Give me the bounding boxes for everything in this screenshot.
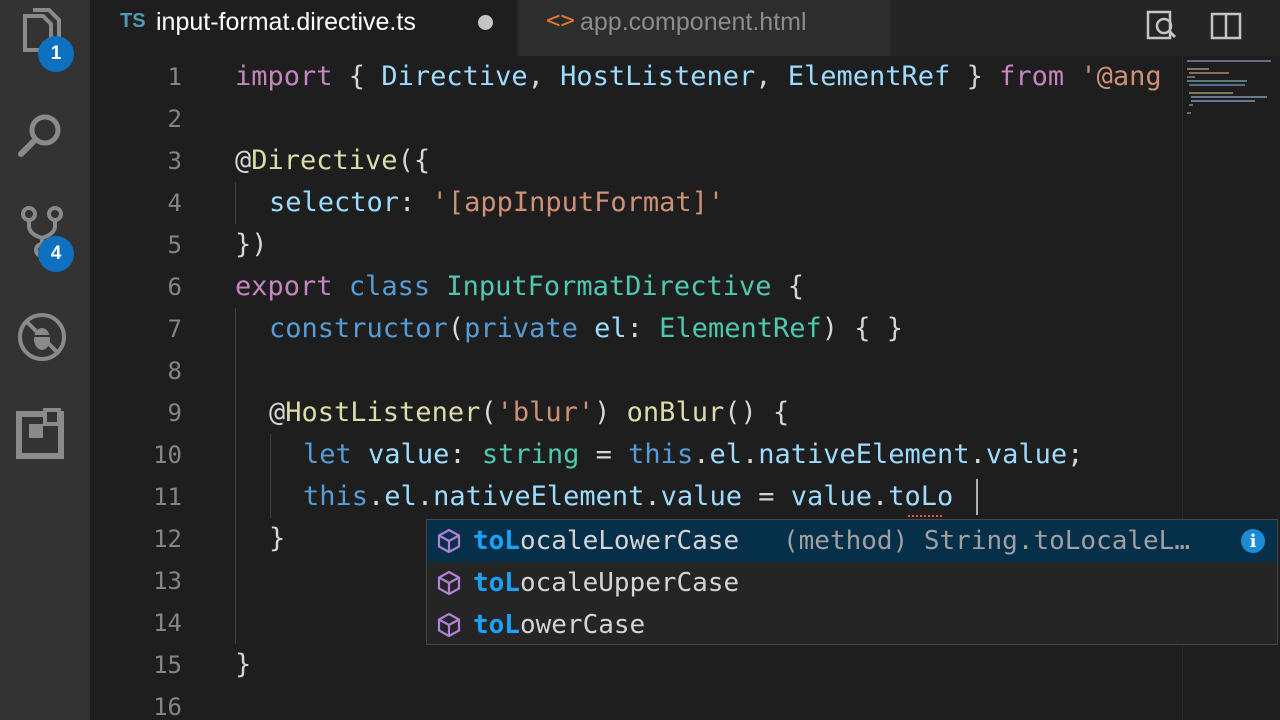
code-line-4: 4 selector: '[appInputFormat]' — [90, 182, 1182, 224]
minimap-line — [1189, 92, 1233, 94]
code-line-2: 2 — [90, 98, 1182, 140]
code-text[interactable]: }) — [235, 224, 268, 266]
tab-input-format-directive[interactable]: TS input-format.directive.ts — [90, 0, 516, 56]
code-line-16: 16 — [90, 686, 1182, 720]
minimap-line — [1187, 80, 1247, 82]
tab-label: app.component.html — [580, 8, 807, 36]
unsaved-dot-icon[interactable] — [478, 15, 493, 30]
line-number: 15 — [153, 651, 182, 679]
line-number: 4 — [167, 189, 182, 217]
line-number: 10 — [153, 441, 182, 469]
minimap-line — [1189, 104, 1193, 106]
code-text[interactable]: } — [269, 518, 285, 560]
line-number: 16 — [153, 693, 182, 720]
code-text[interactable]: export class InputFormatDirective { — [235, 266, 804, 308]
error-squiggle — [908, 510, 942, 517]
code-text[interactable]: import { Directive, HostListener, Elemen… — [235, 56, 1162, 98]
line-number: 5 — [167, 231, 182, 259]
autocomplete-suggestions: toLocaleLowerCase (method) String.toLoca… — [426, 519, 1278, 645]
minimap-line — [1187, 68, 1209, 70]
activity-bar: 1 4 — [0, 0, 90, 720]
split-editor-icon[interactable] — [1206, 6, 1246, 46]
code-text[interactable]: selector: '[appInputFormat]' — [269, 182, 724, 224]
method-cube-icon — [435, 569, 463, 597]
line-number: 7 — [167, 315, 182, 343]
method-cube-icon — [435, 527, 463, 555]
code-text[interactable]: constructor(private el: ElementRef) { } — [269, 308, 903, 350]
typescript-file-icon: TS — [120, 10, 146, 32]
code-line-11: 11 this.el.nativeElement.value = value.t… — [90, 476, 1182, 518]
code-line-8: 8 — [90, 350, 1182, 392]
suggestion-item[interactable]: toLocaleLowerCase (method) String.toLoca… — [427, 520, 1277, 562]
line-number: 2 — [167, 105, 182, 133]
debug-icon[interactable] — [15, 310, 69, 364]
search-icon[interactable] — [15, 108, 69, 162]
line-number: 11 — [153, 483, 182, 511]
line-number: 1 — [167, 63, 182, 91]
line-number: 6 — [167, 273, 182, 301]
tab-label: input-format.directive.ts — [156, 8, 416, 36]
code-text[interactable]: let value: string = this.el.nativeElemen… — [303, 434, 1083, 476]
minimap-line — [1187, 112, 1191, 114]
text-cursor — [976, 479, 978, 515]
line-number: 3 — [167, 147, 182, 175]
code-line-15: 15 } — [90, 644, 1182, 686]
source-control-badge: 4 — [38, 236, 74, 272]
extensions-icon[interactable] — [15, 408, 69, 462]
minimap-line — [1189, 84, 1245, 86]
code-line-5: 5 }) — [90, 224, 1182, 266]
line-number: 13 — [153, 567, 182, 595]
minimap-line — [1191, 96, 1267, 98]
explorer-badge: 1 — [38, 36, 74, 72]
minimap-line — [1187, 76, 1195, 78]
line-number: 12 — [153, 525, 182, 553]
tab-app-component-html[interactable]: <> app.component.html — [518, 0, 890, 56]
open-preview-icon[interactable] — [1142, 6, 1182, 46]
suggestion-detail: (method) String.toLocaleL… — [783, 526, 1190, 556]
code-text[interactable]: @HostListener('blur') onBlur() { — [269, 392, 789, 434]
code-line-7: 7 constructor(private el: ElementRef) { … — [90, 308, 1182, 350]
code-line-10: 10 let value: string = this.el.nativeEle… — [90, 434, 1182, 476]
suggestion-item[interactable]: toLocaleUpperCase — [427, 562, 1277, 604]
line-number: 8 — [167, 357, 182, 385]
code-text[interactable]: } — [235, 644, 251, 686]
minimap-line — [1189, 72, 1229, 74]
code-line-1: 1 import { Directive, HostListener, Elem… — [90, 56, 1182, 98]
method-cube-icon — [435, 611, 463, 639]
info-icon[interactable]: i — [1241, 529, 1265, 553]
code-line-9: 9 @HostListener('blur') onBlur() { — [90, 392, 1182, 434]
code-line-6: 6 export class InputFormatDirective { — [90, 266, 1182, 308]
line-number: 14 — [153, 609, 182, 637]
html-file-icon: <> — [546, 6, 575, 34]
code-text[interactable]: @Directive({ — [235, 140, 430, 182]
line-number: 9 — [167, 399, 182, 427]
code-text[interactable]: this.el.nativeElement.value = value.toLo — [303, 476, 953, 518]
code-line-3: 3 @Directive({ — [90, 140, 1182, 182]
minimap-line — [1187, 60, 1271, 62]
suggestion-item[interactable]: toLowerCase — [427, 604, 1277, 646]
minimap-line — [1191, 100, 1255, 102]
